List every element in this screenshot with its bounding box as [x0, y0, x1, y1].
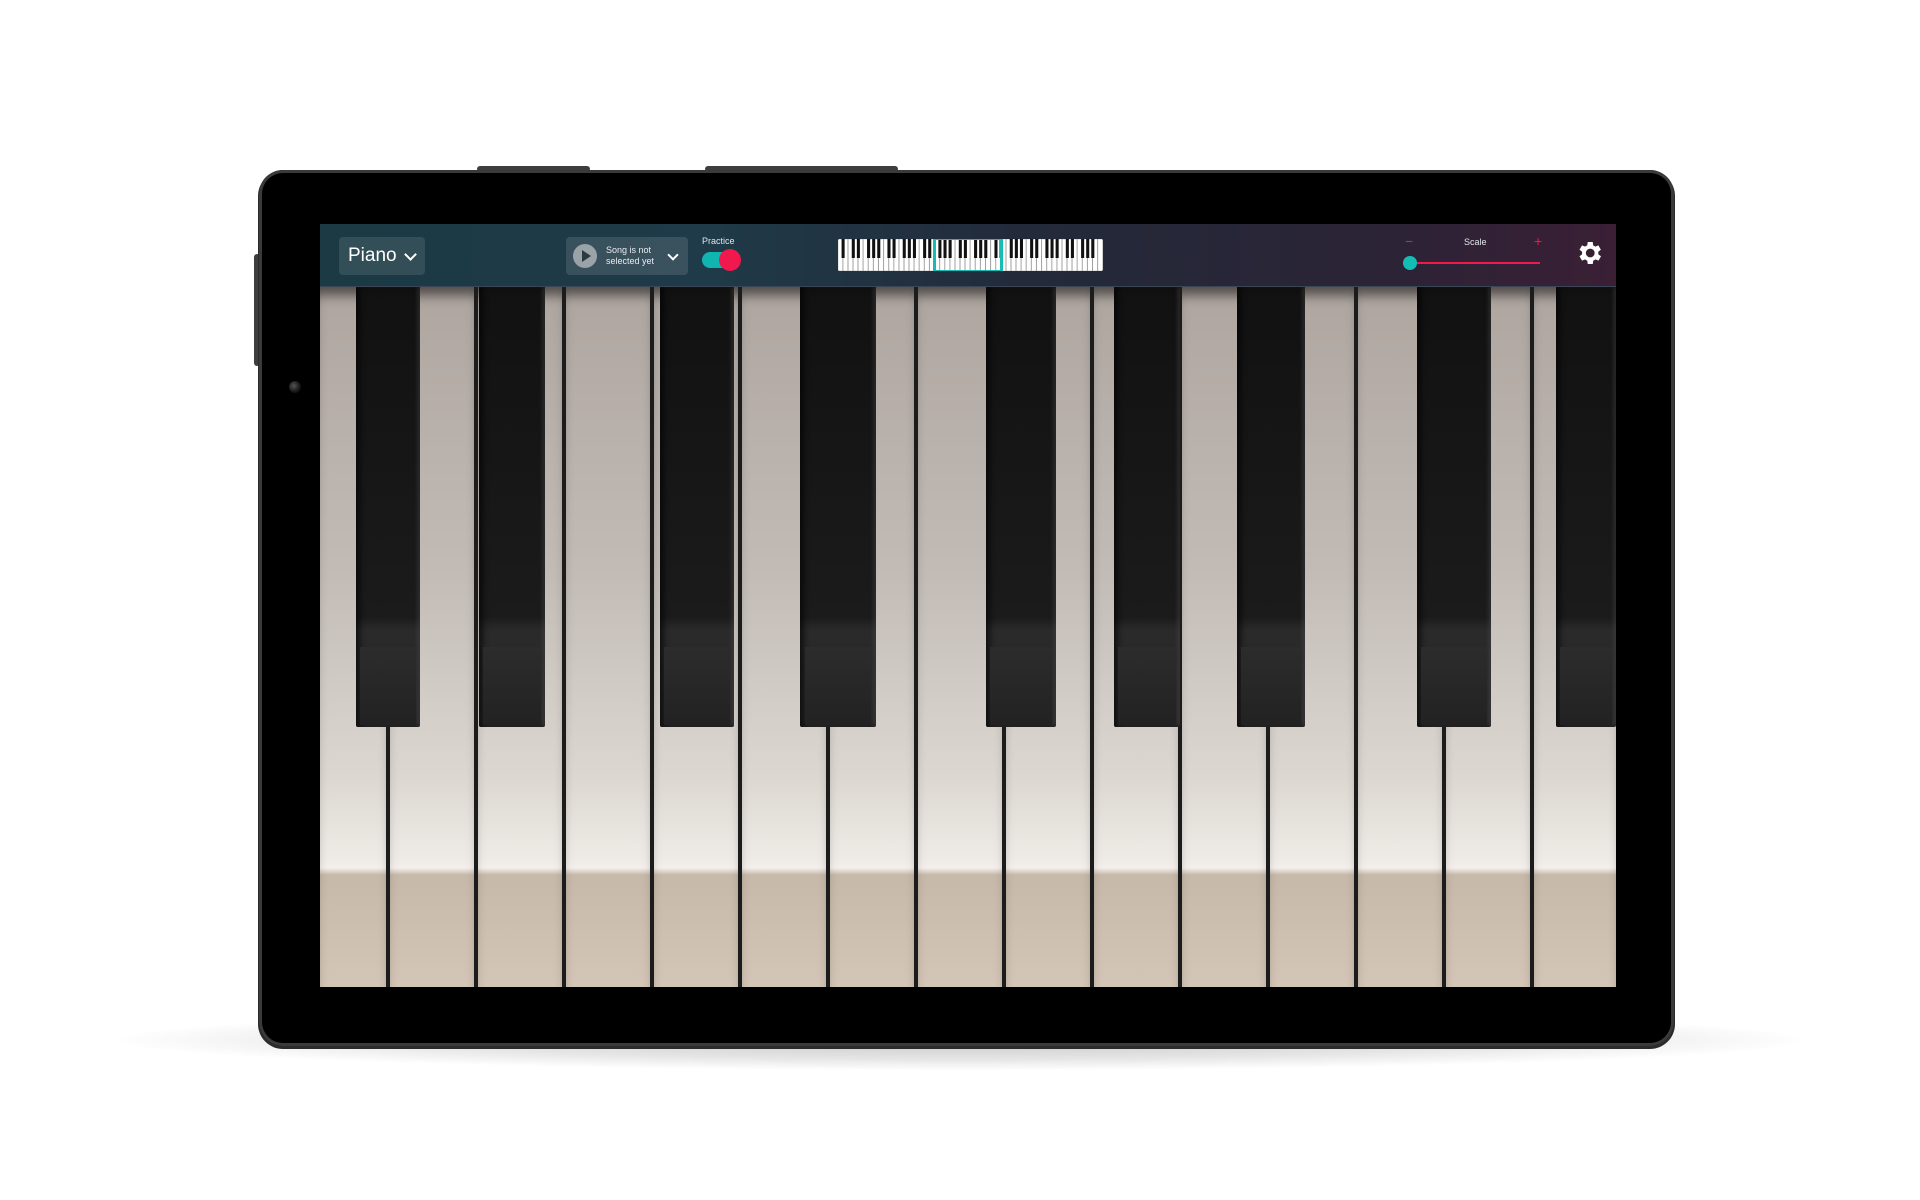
song-status-text: Song is not selected yet — [606, 245, 655, 266]
overview-black-key — [872, 239, 876, 258]
overview-black-key — [887, 239, 891, 258]
scale-slider-thumb[interactable] — [1403, 256, 1417, 270]
overview-black-key — [923, 239, 927, 258]
instrument-select-button[interactable]: Piano — [339, 237, 425, 275]
practice-label: Practice — [702, 236, 735, 246]
overview-black-key — [1045, 239, 1049, 258]
white-key[interactable] — [566, 287, 650, 987]
overview-black-key — [928, 239, 932, 258]
overview-black-key — [892, 239, 896, 258]
overview-black-key — [1019, 239, 1023, 258]
practice-toggle-knob[interactable] — [719, 249, 741, 271]
overview-black-key — [1009, 239, 1013, 258]
overview-black-key — [1055, 239, 1059, 258]
overview-black-key — [1035, 239, 1039, 258]
overview-white-key — [1097, 239, 1103, 271]
overview-black-key — [1014, 239, 1018, 258]
scale-decrease-button[interactable]: − — [1405, 233, 1413, 249]
keyboard-visible-range-handle[interactable] — [933, 239, 1003, 271]
practice-toggle[interactable] — [702, 249, 741, 271]
scale-slider-track[interactable] — [1410, 262, 1540, 264]
gear-icon[interactable] — [1574, 238, 1604, 268]
chevron-down-icon — [667, 249, 679, 261]
overview-black-key — [1065, 239, 1069, 258]
app-screen: Piano Song is not selected yet Practice … — [320, 224, 1616, 987]
overview-black-key — [902, 239, 906, 258]
overview-black-key — [1081, 239, 1085, 258]
black-key[interactable] — [986, 287, 1056, 727]
scale-increase-button[interactable]: + — [1534, 233, 1542, 249]
song-select-button[interactable]: Song is not selected yet — [566, 237, 688, 275]
overview-black-key — [841, 239, 845, 258]
piano-keyboard — [320, 287, 1616, 987]
overview-black-key — [1070, 239, 1074, 258]
overview-black-key — [1086, 239, 1090, 258]
black-key[interactable] — [800, 287, 876, 727]
chevron-down-icon — [403, 247, 417, 261]
black-key[interactable] — [1114, 287, 1180, 727]
black-key[interactable] — [1556, 287, 1616, 727]
overview-black-key — [1030, 239, 1034, 258]
overview-black-key — [907, 239, 911, 258]
black-key[interactable] — [1417, 287, 1491, 727]
keyboard-overview[interactable] — [838, 239, 1103, 271]
overview-black-key — [912, 239, 916, 258]
overview-black-key — [1091, 239, 1095, 258]
instrument-label: Piano — [348, 245, 397, 266]
front-camera — [289, 381, 301, 393]
black-key[interactable] — [1237, 287, 1305, 727]
overview-black-key — [867, 239, 871, 258]
scale-label: Scale — [1464, 237, 1487, 247]
overview-black-key — [851, 239, 855, 258]
top-toolbar: Piano Song is not selected yet Practice … — [320, 224, 1616, 287]
black-key[interactable] — [479, 287, 545, 727]
black-key[interactable] — [356, 287, 420, 727]
black-key[interactable] — [660, 287, 734, 727]
overview-black-key — [856, 239, 860, 258]
overview-black-key — [1050, 239, 1054, 258]
play-icon[interactable] — [573, 244, 597, 268]
overview-black-key — [877, 239, 881, 258]
